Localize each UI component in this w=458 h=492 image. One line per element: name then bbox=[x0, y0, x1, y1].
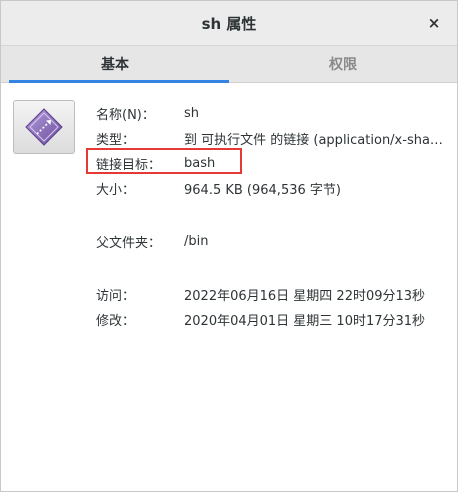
name-value[interactable]: sh bbox=[184, 106, 199, 121]
tab-basic-label: 基本 bbox=[101, 57, 129, 73]
parent-value[interactable]: /bin bbox=[184, 234, 208, 249]
property-row-name: 名称(N)： sh bbox=[96, 101, 456, 126]
type-label: 类型： bbox=[96, 133, 136, 148]
tab-bar: 基本 权限 bbox=[1, 46, 457, 83]
accessed-label: 访问： bbox=[96, 289, 136, 304]
modified-value[interactable]: 2020年04月01日 星期三 10时17分31秒 bbox=[184, 310, 425, 329]
link-target-value[interactable]: bash bbox=[184, 156, 215, 171]
symlink-executable-icon bbox=[25, 108, 63, 146]
property-list: 名称(N)： sh 类型： 到 可执行文件 的链接 (application/x… bbox=[96, 101, 456, 332]
size-label: 大小： bbox=[96, 183, 136, 198]
close-icon: × bbox=[427, 14, 441, 32]
tab-basic[interactable]: 基本 bbox=[1, 46, 229, 83]
property-row-accessed: 访问： 2022年06月16日 星期四 22时09分13秒 bbox=[96, 282, 456, 307]
tab-permissions-label: 权限 bbox=[329, 57, 357, 73]
property-row-type: 类型： 到 可执行文件 的链接 (application/x-sharedlib… bbox=[96, 126, 456, 151]
window-title: sh 属性 bbox=[201, 14, 257, 33]
parent-label: 父文件夹： bbox=[96, 236, 162, 251]
type-value[interactable]: 到 可执行文件 的链接 (application/x-sharedlib) bbox=[184, 129, 444, 148]
close-button[interactable]: × bbox=[423, 12, 445, 34]
properties-window: sh 属性 × 基本 权限 名称(N)： sh 类型： 到 可执行文件 的链接 … bbox=[0, 0, 458, 492]
modified-label: 修改： bbox=[96, 314, 136, 329]
property-row-link-target: 链接目标： bash bbox=[96, 151, 456, 176]
titlebar: sh 属性 × bbox=[1, 1, 457, 46]
name-label: 名称(N)： bbox=[96, 108, 155, 123]
tab-permissions[interactable]: 权限 bbox=[229, 46, 457, 82]
link-target-label: 链接目标： bbox=[96, 158, 162, 173]
file-icon-button[interactable] bbox=[13, 100, 75, 154]
property-row-parent: 父文件夹： /bin bbox=[96, 229, 456, 254]
accessed-value[interactable]: 2022年06月16日 星期四 22时09分13秒 bbox=[184, 285, 425, 304]
property-row-modified: 修改： 2020年04月01日 星期三 10时17分31秒 bbox=[96, 307, 456, 332]
basic-panel: 名称(N)： sh 类型： 到 可执行文件 的链接 (application/x… bbox=[1, 83, 457, 329]
property-row-size: 大小： 964.5 KB (964,536 字节) bbox=[96, 176, 456, 201]
size-value[interactable]: 964.5 KB (964,536 字节) bbox=[184, 179, 341, 198]
